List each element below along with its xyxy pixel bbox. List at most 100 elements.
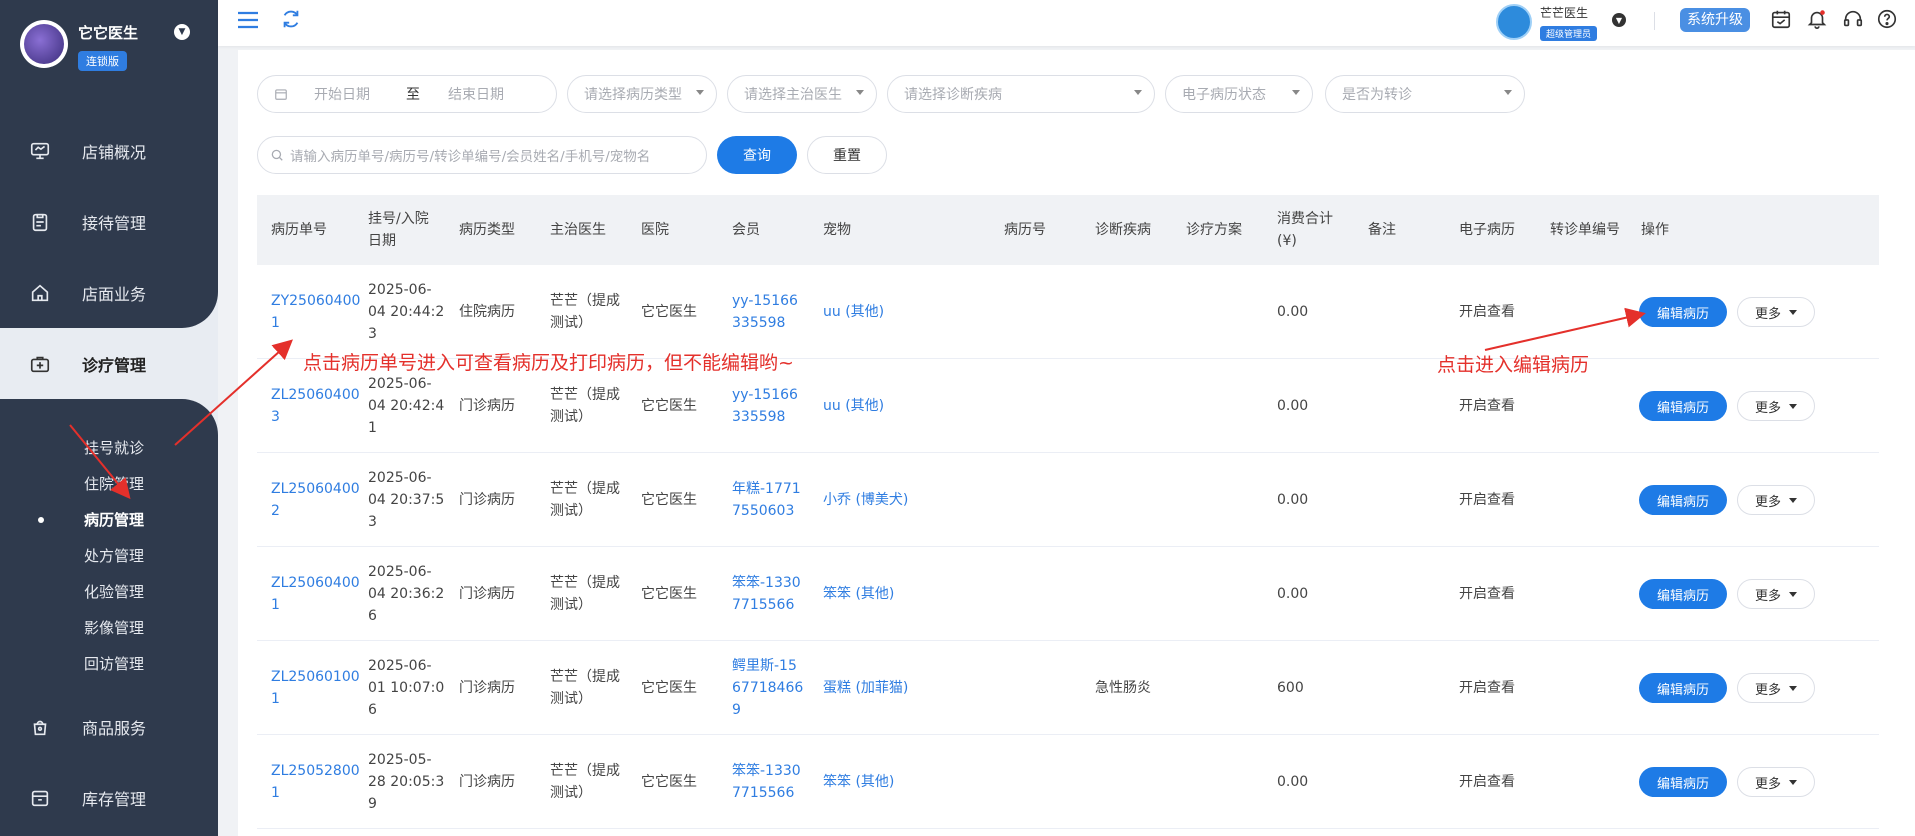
headset-icon[interactable] bbox=[1842, 8, 1864, 30]
nav-item-store-business[interactable]: 店面业务 bbox=[0, 257, 218, 328]
member-link[interactable]: yy-15166 335598 bbox=[732, 265, 798, 359]
subnav-item-hospitalization[interactable]: 住院管理 bbox=[0, 465, 218, 501]
table-row: ZY25060400 1 2025-06- 04 20:44:2 3 住院病历 芒芒（提成测… bbox=[257, 265, 1879, 359]
emr-status-select[interactable]: 电子病历状态 bbox=[1165, 75, 1313, 113]
disease-placeholder: 请选择诊断疾病 bbox=[904, 87, 1002, 103]
edit-record-button[interactable]: 编辑病历 bbox=[1639, 391, 1727, 421]
chevron-down-icon bbox=[1504, 90, 1512, 95]
record-id-link[interactable]: ZL25060400 1 bbox=[271, 547, 360, 641]
start-date-input[interactable]: 开始日期 bbox=[314, 84, 370, 104]
calendar-icon bbox=[275, 89, 287, 100]
subnav-item-medical-records[interactable]: 病历管理 bbox=[0, 501, 218, 537]
record-type-select[interactable]: 请选择病历类型 bbox=[567, 75, 717, 113]
more-button[interactable]: 更多 bbox=[1737, 297, 1815, 327]
home-icon bbox=[28, 281, 52, 305]
record-id-link[interactable]: ZL25052800 1 bbox=[271, 735, 360, 829]
nav-item-reception[interactable]: 接待管理 bbox=[0, 186, 218, 257]
record-amount: 0.00 bbox=[1277, 398, 1309, 414]
subnav-item-lab-tests[interactable]: 化验管理 bbox=[0, 573, 218, 609]
search-placeholder: 请输入病历单号/病历号/转诊单编号/会员姓名/手机号/宠物名 bbox=[290, 149, 651, 165]
subnav-item-imaging[interactable]: 影像管理 bbox=[0, 609, 218, 645]
pet-link[interactable]: uu (其他) bbox=[823, 359, 884, 453]
record-id-link[interactable]: ZY25060400 1 bbox=[271, 265, 360, 359]
edit-record-button[interactable]: 编辑病历 bbox=[1639, 579, 1727, 609]
more-button[interactable]: 更多 bbox=[1737, 391, 1815, 421]
medical-kit-icon bbox=[28, 352, 52, 376]
nav-item-label: 诊疗管理 bbox=[82, 355, 147, 375]
edit-record-button[interactable]: 编辑病历 bbox=[1639, 767, 1727, 797]
col-hospital: 医院 bbox=[641, 222, 669, 238]
query-button[interactable]: 查询 bbox=[717, 136, 797, 174]
calendar-icon[interactable] bbox=[1770, 8, 1792, 30]
col-pet: 宠物 bbox=[823, 222, 851, 238]
brand: 它它医生 连锁版 ▼ bbox=[0, 0, 218, 90]
refresh-icon[interactable] bbox=[280, 8, 302, 30]
emr-status: 开启查看 bbox=[1459, 774, 1515, 790]
member-link[interactable]: 年糕-1771 7550603 bbox=[732, 453, 801, 547]
nav-item-inventory[interactable]: 库存管理 bbox=[0, 762, 218, 833]
upgrade-button[interactable]: 系统升级 bbox=[1680, 8, 1750, 32]
record-id-link[interactable]: ZL25060100 1 bbox=[271, 641, 360, 735]
disease-select[interactable]: 请选择诊断疾病 bbox=[887, 75, 1155, 113]
pet-link[interactable]: 笨笨 (其他) bbox=[823, 735, 894, 829]
record-doctor: 芒芒（提成 测试） bbox=[550, 575, 620, 613]
monitor-icon bbox=[28, 139, 52, 163]
more-button[interactable]: 更多 bbox=[1737, 673, 1815, 703]
search-input[interactable]: 请输入病历单号/病历号/转诊单编号/会员姓名/手机号/宠物名 bbox=[257, 136, 707, 174]
nav-item-diagnosis[interactable]: 诊疗管理 bbox=[0, 328, 218, 399]
date-separator: 至 bbox=[406, 87, 420, 103]
member-link[interactable]: 笨笨-1330 7715566 bbox=[732, 735, 801, 829]
reset-button[interactable]: 重置 bbox=[807, 136, 887, 174]
chevron-down-icon bbox=[1292, 90, 1300, 95]
pet-link[interactable]: 小乔 (博美犬) bbox=[823, 453, 908, 547]
menu-icon[interactable] bbox=[236, 10, 260, 30]
col-type: 病历类型 bbox=[459, 222, 515, 238]
table-row: ZL25060400 2 2025-06- 04 20:37:5 3 门诊病历 芒芒（提成测… bbox=[257, 453, 1879, 547]
end-date-input[interactable]: 结束日期 bbox=[448, 84, 504, 104]
member-link[interactable]: 鳄里斯-15 67718466 9 bbox=[732, 641, 803, 735]
record-hospital: 它它医生 bbox=[641, 586, 697, 602]
record-date: 2025-06- 04 20:44:2 3 bbox=[368, 282, 445, 342]
topbar: 芒芒医生 超级管理员 ▼ 系统升级 bbox=[218, 0, 1915, 46]
bell-icon[interactable] bbox=[1806, 8, 1828, 30]
chevron-down-icon[interactable]: ▼ bbox=[174, 24, 190, 40]
record-type-placeholder: 请选择病历类型 bbox=[584, 87, 682, 103]
subnav-item-follow-up[interactable]: 回访管理 bbox=[0, 645, 218, 681]
emr-status-placeholder: 电子病历状态 bbox=[1182, 87, 1266, 103]
record-doctor: 芒芒（提成 测试） bbox=[550, 481, 620, 519]
help-icon[interactable] bbox=[1876, 8, 1898, 30]
more-button[interactable]: 更多 bbox=[1737, 767, 1815, 797]
more-button[interactable]: 更多 bbox=[1737, 485, 1815, 515]
record-date: 2025-06- 04 20:36:2 6 bbox=[368, 564, 445, 624]
record-type: 门诊病历 bbox=[459, 774, 515, 790]
pet-link[interactable]: 笨笨 (其他) bbox=[823, 547, 894, 641]
nav-item-store-overview[interactable]: 店铺概况 bbox=[0, 115, 218, 186]
edit-record-button[interactable]: 编辑病历 bbox=[1639, 673, 1727, 703]
edit-record-button[interactable]: 编辑病历 bbox=[1639, 485, 1727, 515]
referral-select[interactable]: 是否为转诊 bbox=[1325, 75, 1525, 113]
record-amount: 600 bbox=[1277, 680, 1304, 696]
doctor-select[interactable]: 请选择主治医生 bbox=[727, 75, 877, 113]
date-range-picker[interactable]: 开始日期 至 结束日期 bbox=[257, 75, 557, 113]
more-button[interactable]: 更多 bbox=[1737, 579, 1815, 609]
subnav-item-prescriptions[interactable]: 处方管理 bbox=[0, 537, 218, 573]
record-doctor: 芒芒（提成 测试） bbox=[550, 669, 620, 707]
record-doctor: 芒芒（提成 测试） bbox=[550, 293, 620, 331]
chevron-down-icon bbox=[1789, 497, 1797, 503]
record-hospital: 它它医生 bbox=[641, 304, 697, 320]
record-type: 门诊病历 bbox=[459, 586, 515, 602]
record-id-link[interactable]: ZL25060400 2 bbox=[271, 453, 360, 547]
chevron-down-icon bbox=[1134, 90, 1142, 95]
subnav-item-registration[interactable]: 挂号就诊 bbox=[0, 429, 218, 465]
edit-record-button[interactable]: 编辑病历 bbox=[1639, 297, 1727, 327]
member-link[interactable]: 笨笨-1330 7715566 bbox=[732, 547, 801, 641]
chevron-down-icon[interactable]: ▼ bbox=[1612, 13, 1626, 27]
nav-item-products[interactable]: 商品服务 bbox=[0, 691, 218, 762]
pet-link[interactable]: 蛋糕 (加菲猫) bbox=[823, 641, 908, 735]
pet-link[interactable]: uu (其他) bbox=[823, 265, 884, 359]
divider bbox=[1654, 12, 1655, 30]
chevron-down-icon bbox=[1789, 685, 1797, 691]
records-table: 病历单号 挂号/入院 日期 病历类型 主治医生 医院 会员 宠物 病历号 诊断疾病… bbox=[257, 195, 1879, 829]
col-plan: 诊疗方案 bbox=[1186, 222, 1242, 238]
record-date: 2025-05- 28 20:05:3 9 bbox=[368, 752, 445, 812]
